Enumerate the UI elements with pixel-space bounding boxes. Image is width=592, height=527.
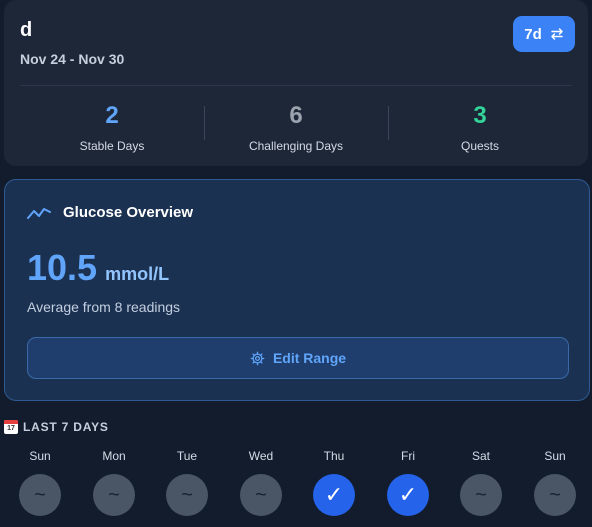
user-name: d: [20, 19, 33, 41]
stat-label: Stable Days: [79, 139, 145, 153]
stat-value: 3: [473, 102, 487, 129]
day-status-circle[interactable]: ~: [93, 474, 135, 516]
day-label: Mon: [102, 449, 126, 463]
glucose-overview-card: Glucose Overview 10.5 mmol/L Average fro…: [4, 179, 590, 401]
day-wed[interactable]: Wed ~: [231, 449, 291, 516]
day-label: Sun: [29, 449, 51, 463]
last-7-days-section: 17 LAST 7 DAYS Sun ~ Mon ~ Tue ~ Wed ~ T…: [0, 418, 592, 527]
summary-card: d Nov 24 - Nov 30 7d 2 Stable Days 6 Cha…: [4, 0, 588, 166]
day-status-circle[interactable]: ~: [240, 474, 282, 516]
stat-challenging-days: 6 Challenging Days: [204, 86, 388, 166]
day-label: Sun: [544, 449, 566, 463]
glucose-title: Glucose Overview: [63, 204, 194, 221]
stat-value: 2: [105, 102, 119, 129]
day-mon[interactable]: Mon ~: [84, 449, 144, 516]
stats-row: 2 Stable Days 6 Challenging Days 3 Quest…: [20, 86, 572, 166]
day-status-circle[interactable]: ~: [534, 474, 576, 516]
glucose-value: 10.5: [27, 247, 98, 288]
day-label: Sat: [471, 449, 490, 463]
day-sat[interactable]: Sat ~: [451, 449, 511, 516]
range-button-label: 7d: [524, 25, 542, 43]
trend-line-icon: [27, 207, 51, 219]
edit-range-button[interactable]: Edit Range: [27, 337, 569, 379]
glucose-unit: mmol/L: [105, 264, 170, 284]
swap-arrows-icon: [551, 28, 563, 40]
week-title: LAST 7 DAYS: [23, 420, 109, 434]
day-tue[interactable]: Tue ~: [157, 449, 217, 516]
day-label: Thu: [323, 449, 345, 463]
week-heading: 17 LAST 7 DAYS: [4, 420, 109, 434]
stat-stable-days: 2 Stable Days: [20, 86, 204, 166]
day-status-circle[interactable]: ✓: [387, 474, 429, 516]
range-toggle-button[interactable]: 7d: [513, 16, 575, 52]
day-status-circle[interactable]: ✓: [313, 474, 355, 516]
calendar-icon: 17: [4, 420, 18, 434]
stat-value: 6: [289, 102, 303, 129]
edit-range-label: Edit Range: [272, 350, 347, 366]
glucose-caption: Average from 8 readings: [27, 299, 181, 315]
stat-label: Quests: [460, 139, 499, 153]
day-label: Fri: [401, 449, 415, 463]
stat-label: Challenging Days: [248, 139, 344, 153]
gear-icon: [250, 351, 265, 365]
day-label: Tue: [176, 449, 198, 463]
day-sun-1[interactable]: Sun ~: [10, 449, 70, 516]
date-range: Nov 24 - Nov 30: [20, 51, 125, 67]
day-status-circle[interactable]: ~: [460, 474, 502, 516]
glucose-header: Glucose Overview: [27, 204, 193, 221]
day-status-circle[interactable]: ~: [166, 474, 208, 516]
day-thu[interactable]: Thu ✓: [304, 449, 364, 516]
day-sun-2[interactable]: Sun ~: [525, 449, 585, 516]
day-status-circle[interactable]: ~: [19, 474, 61, 516]
glucose-reading: 10.5 mmol/L: [27, 246, 169, 290]
day-fri[interactable]: Fri ✓: [378, 449, 438, 516]
stat-quests: 3 Quests: [388, 86, 572, 166]
day-label: Wed: [248, 449, 274, 463]
